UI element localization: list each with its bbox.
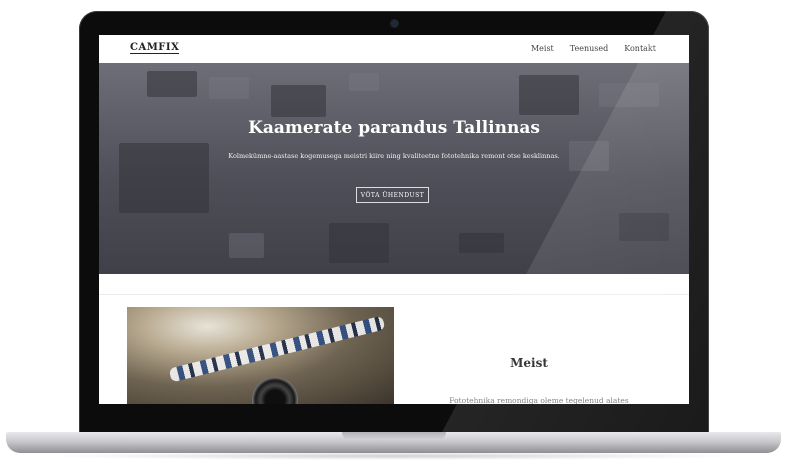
laptop-notch bbox=[342, 432, 446, 440]
webcam-icon bbox=[391, 20, 398, 27]
about-heading: Meist bbox=[510, 356, 548, 370]
contact-button[interactable]: VÕTA ÜHENDUST bbox=[356, 187, 429, 203]
hero-section: Kaamerate parandus Tallinnas Kolmekümne-… bbox=[99, 63, 689, 274]
hero-bg-part bbox=[209, 77, 249, 99]
site-navbar: CAMFIX Meist Teenused Kontakt bbox=[99, 35, 689, 64]
nav-link-meist[interactable]: Meist bbox=[531, 44, 554, 53]
about-camera-image bbox=[127, 307, 394, 404]
hero-subtitle: Kolmekümne-aastase kogemusega meistri ki… bbox=[228, 152, 560, 160]
hero-bg-part bbox=[619, 213, 669, 241]
about-text: Fototehnika remondiga oleme tegelenud al… bbox=[449, 396, 629, 404]
camera-strap-graphic bbox=[168, 315, 386, 383]
hero-bg-part bbox=[349, 73, 379, 91]
hero-bg-part bbox=[599, 83, 659, 107]
nav-link-kontakt[interactable]: Kontakt bbox=[624, 44, 656, 53]
nav-link-teenused[interactable]: Teenused bbox=[570, 44, 608, 53]
camera-lens-graphic bbox=[252, 377, 298, 404]
website-screen: CAMFIX Meist Teenused Kontakt Kaamerate … bbox=[99, 35, 689, 404]
site-logo[interactable]: CAMFIX bbox=[130, 43, 180, 54]
hero-bg-part bbox=[519, 75, 579, 115]
nav-links: Meist Teenused Kontakt bbox=[531, 44, 656, 53]
hero-bg-part bbox=[229, 233, 264, 258]
hero-bg-part bbox=[271, 85, 326, 117]
section-divider bbox=[99, 294, 689, 295]
laptop-shadow bbox=[40, 452, 747, 460]
hero-bg-part bbox=[459, 233, 504, 253]
hero-bg-part bbox=[329, 223, 389, 263]
hero-bg-part bbox=[147, 71, 197, 97]
hero-title: Kaamerate parandus Tallinnas bbox=[248, 118, 540, 138]
